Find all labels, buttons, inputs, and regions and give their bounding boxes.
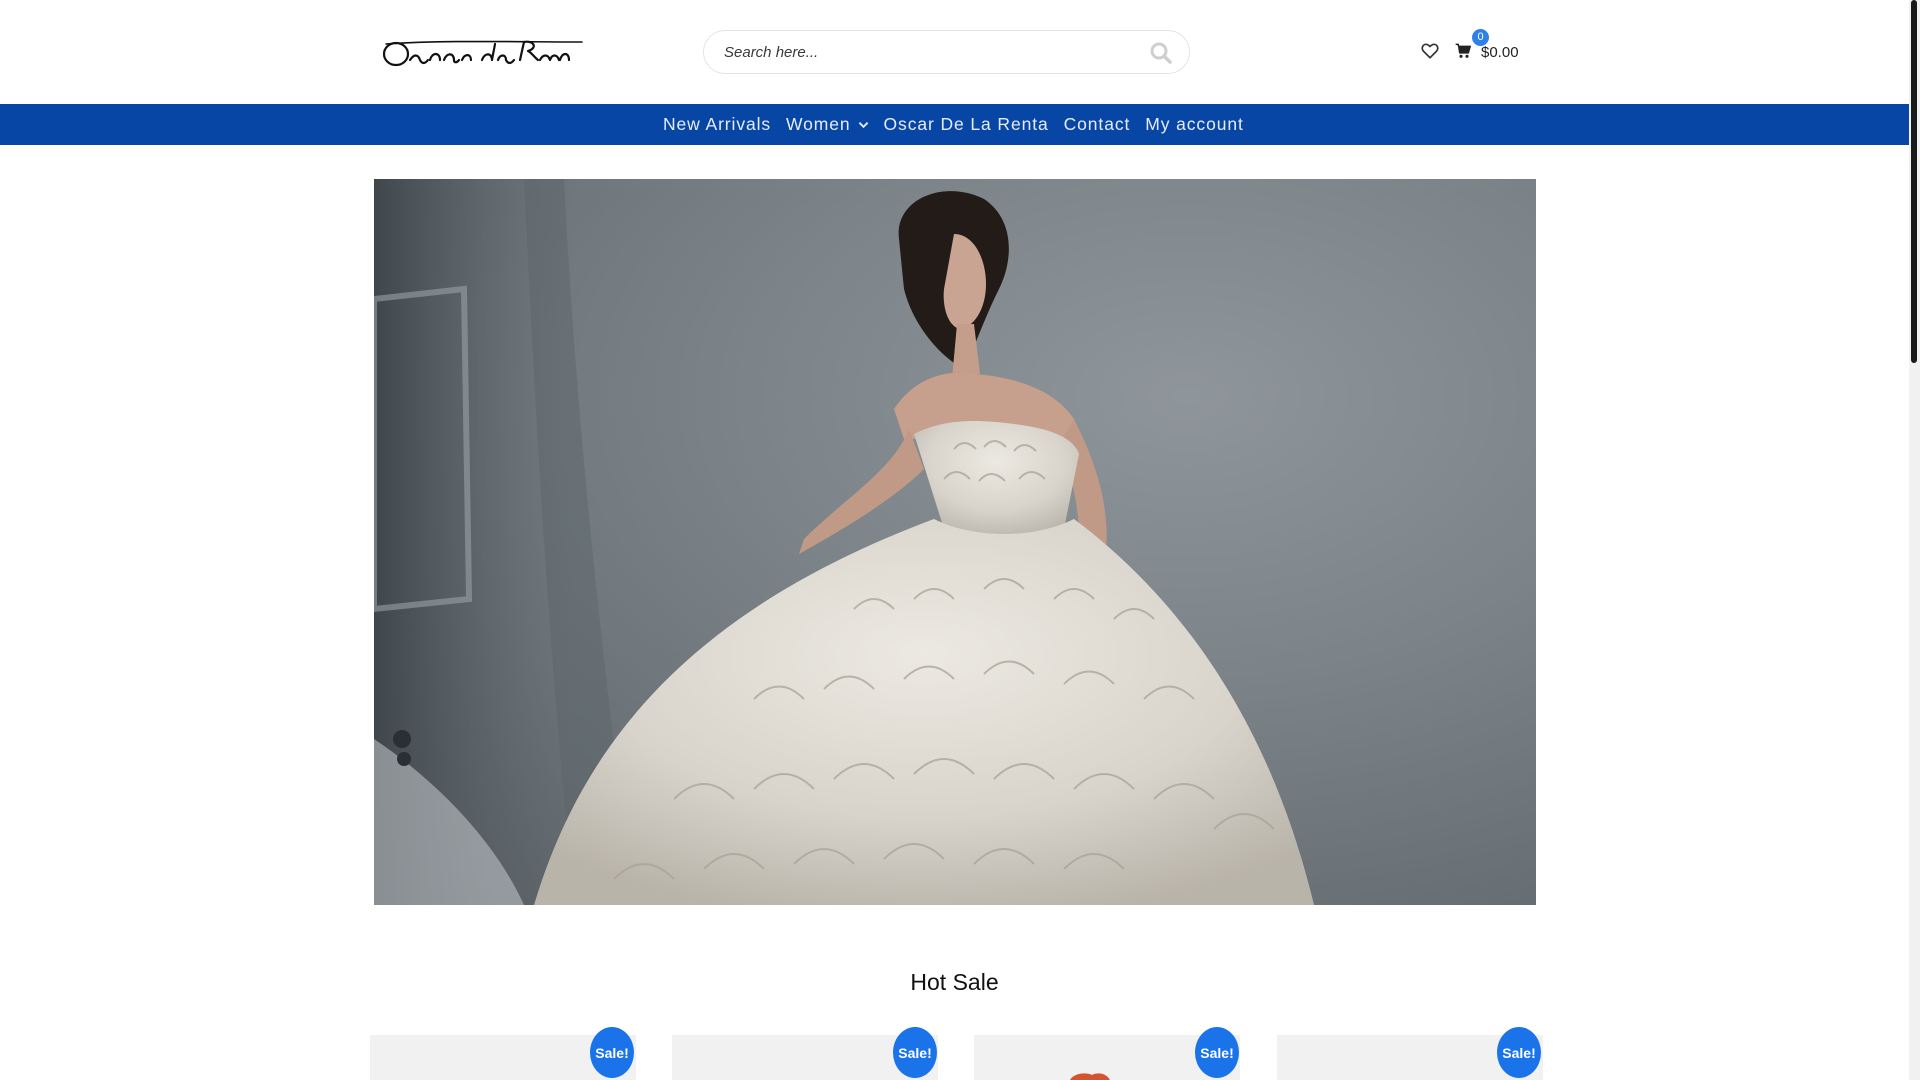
nav-item-new-arrivals[interactable]: New Arrivals xyxy=(663,114,771,135)
oscar-de-la-renta-logo[interactable] xyxy=(382,38,584,70)
sale-badge: Sale! xyxy=(1497,1027,1541,1078)
search-box xyxy=(703,30,1190,74)
cart-icon[interactable] xyxy=(1455,43,1471,59)
sale-badge: Sale! xyxy=(590,1027,634,1078)
nav-item-contact[interactable]: Contact xyxy=(1064,114,1131,135)
site-header: 0 $0.00 xyxy=(0,0,1909,104)
scrollbar-thumb[interactable] xyxy=(1911,0,1917,363)
nav-item-oscar-de-la-renta[interactable]: Oscar De La Renta xyxy=(884,114,1049,135)
hot-sale-heading: Hot Sale xyxy=(910,969,999,995)
search-icon[interactable] xyxy=(1149,41,1173,65)
sale-badge: Sale! xyxy=(1195,1027,1239,1078)
nav-item-my-account[interactable]: My account xyxy=(1145,114,1243,135)
hero-image xyxy=(374,179,1314,905)
sale-badge: Sale! xyxy=(893,1027,937,1078)
hero-banner[interactable] xyxy=(374,179,1536,905)
chevron-down-icon xyxy=(858,121,868,128)
search-input[interactable] xyxy=(724,31,1124,73)
heart-icon[interactable] xyxy=(1421,42,1439,60)
cart-total[interactable]: $0.00 xyxy=(1481,44,1519,61)
nav-item-women[interactable]: Women xyxy=(786,114,868,135)
main-nav: New Arrivals Women Oscar De La Renta Con… xyxy=(0,104,1909,145)
